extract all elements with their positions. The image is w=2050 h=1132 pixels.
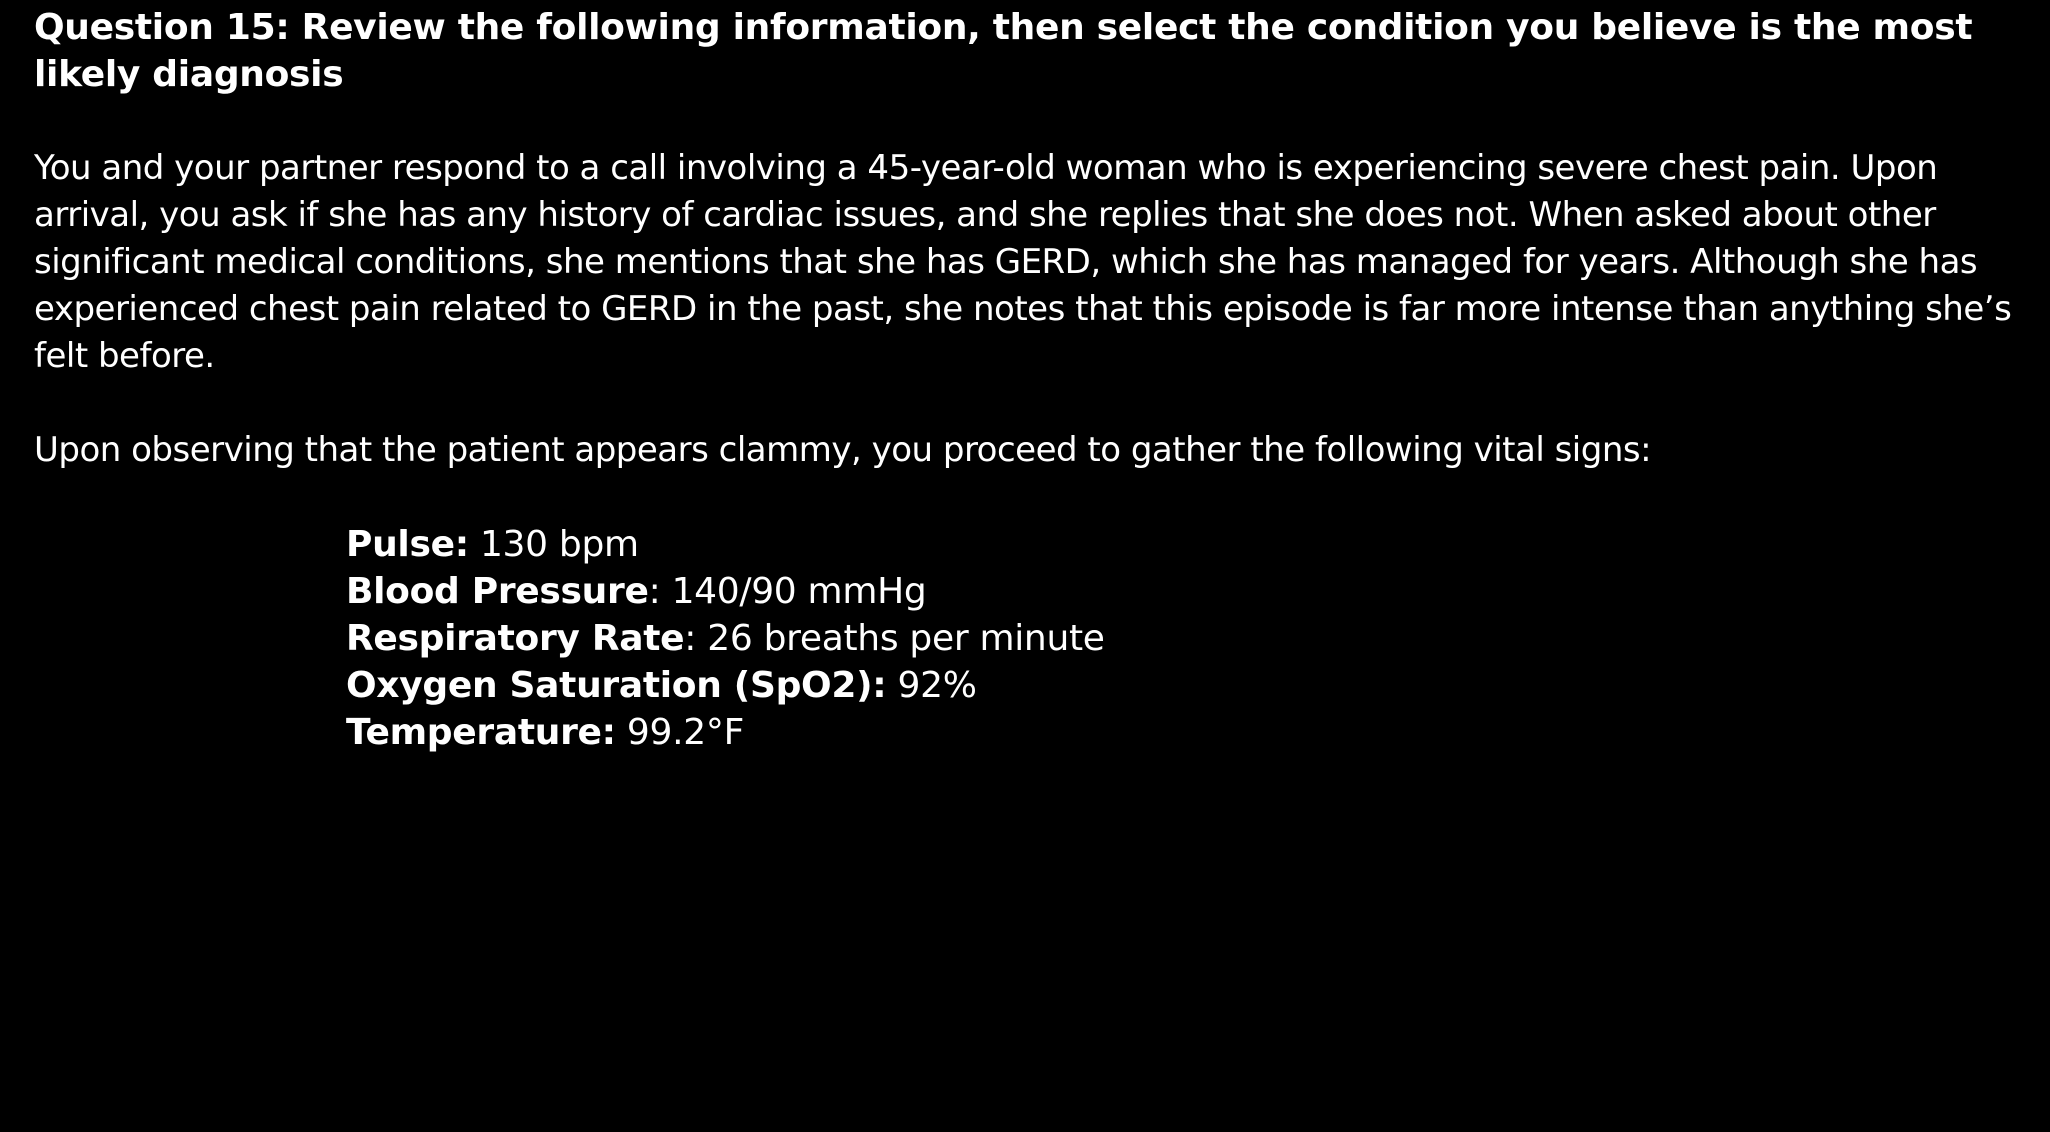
question-page: Question 15: Review the following inform… bbox=[34, 0, 2024, 756]
vital-temperature: Temperature: 99.2°F bbox=[346, 709, 2024, 756]
vital-separator: : bbox=[684, 618, 697, 659]
vital-oxygen-saturation: Oxygen Saturation (SpO2): 92% bbox=[346, 662, 2024, 709]
vital-value: 130 bpm bbox=[479, 524, 639, 565]
vital-label: Temperature: bbox=[346, 712, 616, 753]
vital-respiratory-rate: Respiratory Rate: 26 breaths per minute bbox=[346, 615, 2024, 662]
vital-value: 26 breaths per minute bbox=[707, 618, 1105, 659]
vital-separator: : bbox=[648, 571, 661, 612]
vital-label: Blood Pressure bbox=[346, 571, 649, 612]
vital-label: Respiratory Rate bbox=[346, 618, 685, 659]
question-title: Question 15: Review the following inform… bbox=[34, 7, 1973, 95]
vital-value: 92% bbox=[897, 665, 977, 706]
scenario-text: You and your partner respond to a call i… bbox=[34, 148, 2012, 376]
vital-value: 140/90 mmHg bbox=[671, 571, 927, 612]
observation-text: Upon observing that the patient appears … bbox=[34, 430, 1652, 470]
vital-label: Oxygen Saturation (SpO2): bbox=[346, 665, 887, 706]
vital-value: 99.2°F bbox=[626, 712, 744, 753]
vital-signs-list: Pulse: 130 bpm Blood Pressure: 140/90 mm… bbox=[346, 521, 2024, 756]
vital-blood-pressure: Blood Pressure: 140/90 mmHg bbox=[346, 568, 2024, 615]
vital-label: Pulse: bbox=[346, 524, 469, 565]
vital-pulse: Pulse: 130 bpm bbox=[346, 521, 2024, 568]
